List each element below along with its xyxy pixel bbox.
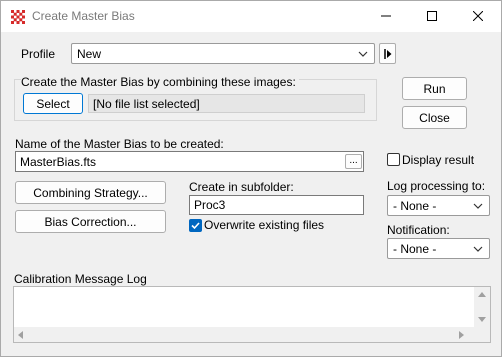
notification-select[interactable]: - None - <box>387 238 490 259</box>
combining-strategy-button[interactable]: Combining Strategy... <box>15 181 166 204</box>
minimize-icon <box>381 15 391 17</box>
checkmark-icon <box>191 222 200 230</box>
message-log-area[interactable] <box>13 286 491 343</box>
profile-menu-button[interactable] <box>379 43 396 64</box>
browse-button[interactable]: ... <box>345 154 362 169</box>
log-processing-label: Log processing to: <box>387 179 486 193</box>
scroll-left-icon <box>18 331 23 339</box>
chevron-down-icon <box>358 51 368 57</box>
master-bias-name-value: MasterBias.fts <box>20 154 97 169</box>
create-master-bias-dialog: Create Master Bias Profile New Create th… <box>0 0 502 357</box>
select-button-label: Select <box>36 96 70 111</box>
combine-images-label: Create the Master Bias by combining thes… <box>21 75 299 89</box>
notification-value: - None - <box>393 241 437 256</box>
close-icon <box>473 11 483 21</box>
maximize-icon <box>427 11 437 21</box>
profile-value: New <box>77 46 102 61</box>
scroll-right-icon <box>459 331 464 339</box>
display-result-checkbox[interactable] <box>387 153 400 166</box>
subfolder-input[interactable]: Proc3 <box>189 195 364 215</box>
maximize-button[interactable] <box>409 1 455 31</box>
overwrite-label: Overwrite existing files <box>204 218 325 232</box>
scroll-up-icon <box>478 292 486 297</box>
horizontal-scrollbar[interactable] <box>14 327 474 342</box>
close-window-button[interactable] <box>455 1 501 31</box>
file-list-display: [No file list selected] <box>88 94 365 113</box>
chevron-down-icon <box>473 203 483 209</box>
log-processing-select[interactable]: - None - <box>387 195 490 216</box>
bias-correction-label: Bias Correction... <box>44 214 137 229</box>
master-bias-name-label: Name of the Master Bias to be created: <box>15 137 224 151</box>
run-button[interactable]: Run <box>402 77 467 100</box>
app-logo-icon <box>11 10 25 24</box>
window-title: Create Master Bias <box>32 9 135 23</box>
vertical-scrollbar[interactable] <box>474 287 490 327</box>
master-bias-name-input[interactable]: MasterBias.fts <box>15 151 364 172</box>
profile-label: Profile <box>21 47 56 61</box>
scrollbar-corner <box>474 327 490 342</box>
subfolder-value: Proc3 <box>194 198 226 212</box>
overwrite-checkbox[interactable] <box>189 219 202 232</box>
profile-select[interactable]: New <box>71 43 375 64</box>
bias-correction-button[interactable]: Bias Correction... <box>15 210 166 233</box>
play-arrow-icon <box>383 48 391 59</box>
chevron-down-icon <box>473 246 483 252</box>
combining-strategy-label: Combining Strategy... <box>33 185 148 200</box>
log-processing-value: - None - <box>393 198 437 213</box>
subfolder-label: Create in subfolder: <box>189 180 294 194</box>
message-log-label: Calibration Message Log <box>14 272 147 286</box>
file-list-text: [No file list selected] <box>93 96 200 111</box>
minimize-button[interactable] <box>363 1 409 31</box>
close-button-label: Close <box>419 110 450 125</box>
notification-label: Notification: <box>387 223 450 237</box>
close-button[interactable]: Close <box>402 106 467 129</box>
select-button[interactable]: Select <box>23 93 83 114</box>
title-bar[interactable]: Create Master Bias <box>1 1 501 32</box>
display-result-label: Display result <box>402 153 475 167</box>
run-button-label: Run <box>423 81 446 96</box>
scroll-down-icon <box>478 317 486 322</box>
browse-button-label: ... <box>349 155 358 166</box>
